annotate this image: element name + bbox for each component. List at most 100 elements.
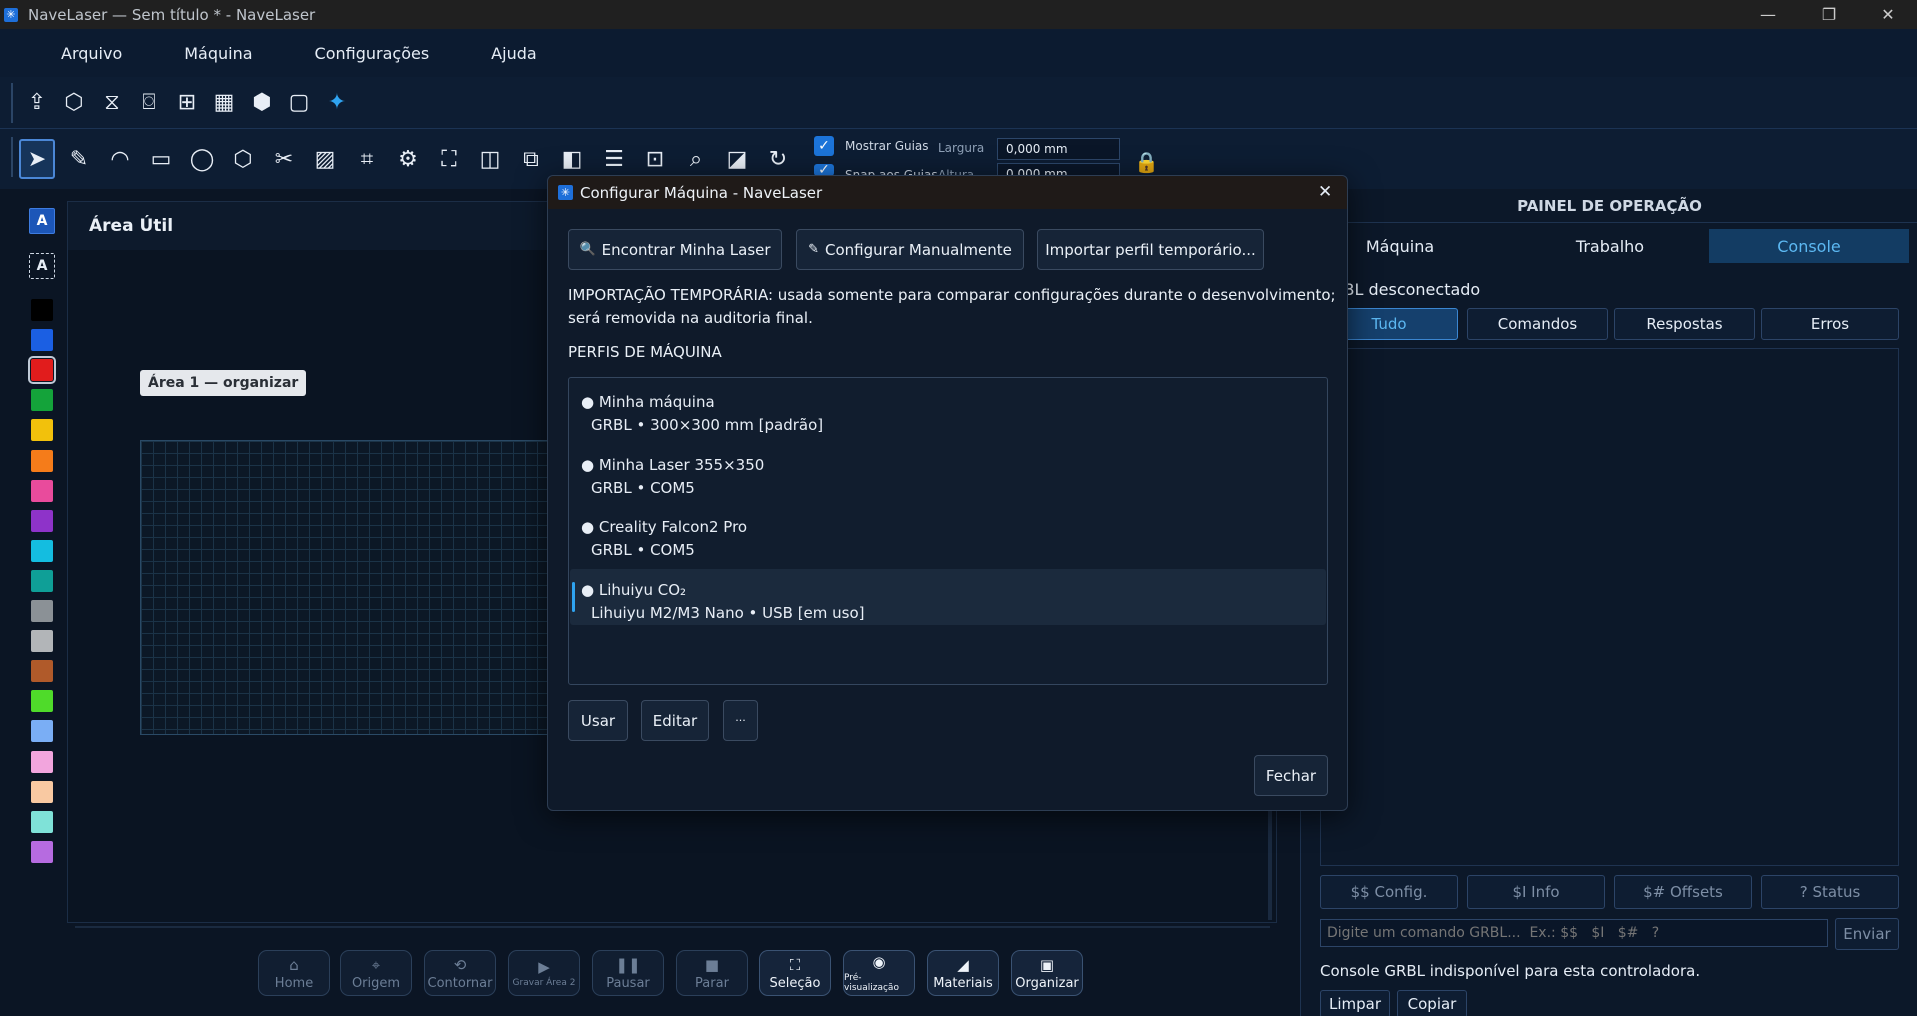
action-button-2[interactable]: ⟲ Contornar <box>424 950 496 996</box>
color-swatch[interactable] <box>31 720 53 743</box>
arc-tool-icon[interactable]: ◠ <box>103 142 137 176</box>
color-swatch[interactable] <box>28 356 56 385</box>
text-frame-button[interactable]: A <box>29 253 55 279</box>
camera-icon[interactable]: ⌼ <box>132 85 166 119</box>
offset-icon[interactable]: ⊡ <box>638 142 672 176</box>
color-swatch[interactable] <box>31 840 53 863</box>
measure-icon[interactable]: ◪ <box>720 142 754 176</box>
filter-respostas[interactable]: Respostas <box>1614 308 1755 340</box>
quick-config-button[interactable]: $$ Config. <box>1320 875 1458 909</box>
quick-info-button[interactable]: $I Info <box>1467 875 1605 909</box>
profile-item[interactable]: ● Minha Laser 355×350 GRBL • COM5 <box>570 444 1326 500</box>
color-swatch[interactable] <box>31 539 53 562</box>
menu-arquivo[interactable]: Arquivo <box>0 44 153 63</box>
profile-item[interactable]: ● Lihuiyu CO₂ Lihuiyu M2/M3 Nano • USB [e… <box>570 568 1326 625</box>
menu-configuracoes[interactable]: Configurações <box>284 44 461 63</box>
action-button-1[interactable]: ⌖ Origem <box>340 950 412 996</box>
color-swatch[interactable] <box>31 660 53 683</box>
close-window-button[interactable]: ✕ <box>1859 0 1917 29</box>
clear-button[interactable]: Limpar <box>1320 990 1390 1016</box>
pen-tool-icon[interactable]: ✎ <box>62 142 96 176</box>
filter-erros[interactable]: Erros <box>1761 308 1899 340</box>
color-swatch[interactable] <box>31 509 53 532</box>
zoom-icon[interactable]: ⌕ <box>679 142 713 176</box>
ellipse-tool-icon[interactable]: ◯ <box>185 142 219 176</box>
bounding-box-icon[interactable]: ⛶ <box>432 142 466 176</box>
color-swatch[interactable] <box>31 389 53 412</box>
tab-trabalho[interactable]: Trabalho <box>1510 229 1710 263</box>
color-swatch[interactable] <box>31 780 53 803</box>
console-output[interactable] <box>1320 348 1899 866</box>
lock-icon[interactable]: 🔒 <box>1134 150 1159 174</box>
laser-head-icon[interactable]: ⬡ <box>57 85 91 119</box>
dialog-close-icon[interactable]: ✕ <box>1318 182 1332 202</box>
send-button[interactable]: Enviar <box>1835 918 1899 950</box>
tab-console[interactable]: Console <box>1709 229 1909 263</box>
width-field[interactable]: 0,000 mm <box>997 138 1120 160</box>
action-button-6[interactable]: ⛶ Seleção <box>759 950 831 996</box>
area-label[interactable]: Área 1 — organizar <box>140 370 307 396</box>
rounded-corner-icon[interactable]: ◫ <box>473 142 507 176</box>
horizontal-scrollbar[interactable] <box>75 926 1270 928</box>
color-swatch[interactable] <box>31 750 53 773</box>
grbl-command-input[interactable] <box>1320 919 1828 947</box>
action-button-7[interactable]: ◉ Pré-visualização <box>843 950 915 996</box>
quick-status-button[interactable]: ? Status <box>1761 875 1899 909</box>
color-swatch[interactable] <box>31 479 53 502</box>
work-grid[interactable] <box>140 440 560 735</box>
node-edit-icon[interactable]: ⚙ <box>391 142 425 176</box>
action-button-0[interactable]: ⌂ Home <box>258 950 330 996</box>
dialog-close-button[interactable]: Fechar <box>1254 755 1328 796</box>
grid-array-icon[interactable]: ⊞ <box>170 85 204 119</box>
image-icon[interactable]: ▨ <box>308 142 342 176</box>
scissors-icon[interactable]: ✂ <box>267 142 301 176</box>
action-button-9[interactable]: ▣ Organizar <box>1011 950 1083 996</box>
action-button-label: Materiais <box>933 975 993 991</box>
edit-button[interactable]: Editar <box>641 700 709 741</box>
minimize-button[interactable]: — <box>1739 0 1797 29</box>
show-guides-checkbox[interactable]: ✓ <box>814 136 834 156</box>
use-button[interactable]: Usar <box>568 700 628 741</box>
color-swatch[interactable] <box>31 449 53 472</box>
menu-ajuda[interactable]: Ajuda <box>460 44 568 63</box>
profile-item[interactable]: ● Creality Falcon2 Pro GRBL • COM5 <box>570 506 1326 562</box>
action-button-3[interactable]: ▶ Gravar Área 2 <box>508 950 580 996</box>
import-profile-button[interactable]: Importar perfil temporário... <box>1037 229 1264 270</box>
color-swatch[interactable] <box>31 299 53 321</box>
action-button-5[interactable]: ■ Parar <box>676 950 748 996</box>
color-swatch[interactable] <box>31 810 53 833</box>
box-icon[interactable]: ⬢ <box>245 85 279 119</box>
align-icon[interactable]: ☰ <box>597 142 631 176</box>
menu-maquina[interactable]: Máquina <box>153 44 283 63</box>
color-swatch[interactable] <box>31 419 53 442</box>
color-swatch[interactable] <box>31 630 53 653</box>
sparkle-icon[interactable]: ✦ <box>320 85 354 119</box>
action-button-8[interactable]: ◢ Materiais <box>927 950 999 996</box>
flip-icon[interactable]: ◧ <box>555 142 589 176</box>
color-swatch[interactable] <box>31 600 53 622</box>
profile-item[interactable]: ● Minha máquina GRBL • 300×300 mm [padrão… <box>570 381 1326 437</box>
export-icon[interactable]: ⇪ <box>20 85 54 119</box>
qr-code-icon[interactable]: ▦ <box>207 85 241 119</box>
filter-comandos[interactable]: Comandos <box>1467 308 1608 340</box>
action-button-4[interactable]: ❚❚ Pausar <box>592 950 664 996</box>
group-icon[interactable]: ⧉ <box>514 142 548 176</box>
text-tool-button[interactable]: A <box>29 208 55 234</box>
select-tool-icon[interactable]: ➤ <box>19 139 55 179</box>
quick-offsets-button[interactable]: $# Offsets <box>1614 875 1752 909</box>
rectangle-tool-icon[interactable]: ▭ <box>144 142 178 176</box>
crop-icon[interactable]: ⌗ <box>350 142 384 176</box>
color-swatch[interactable] <box>31 329 53 352</box>
polygon-tool-icon[interactable]: ⬡ <box>226 142 260 176</box>
more-options-button[interactable]: ··· <box>723 700 758 741</box>
rotate-icon[interactable]: ↻ <box>761 142 795 176</box>
new-document-icon[interactable]: ▢ <box>282 85 316 119</box>
color-swatch[interactable] <box>31 690 53 713</box>
width-label: Largura <box>938 141 985 155</box>
copy-button[interactable]: Copiar <box>1397 990 1467 1016</box>
find-laser-button[interactable]: 🔍 Encontrar Minha Laser <box>568 229 782 270</box>
maximize-button[interactable]: ❐ <box>1800 0 1858 29</box>
configure-manually-button[interactable]: ✎ Configurar Manualmente <box>796 229 1024 270</box>
mirror-icon[interactable]: ⧖ <box>95 85 129 119</box>
color-swatch[interactable] <box>31 569 53 592</box>
